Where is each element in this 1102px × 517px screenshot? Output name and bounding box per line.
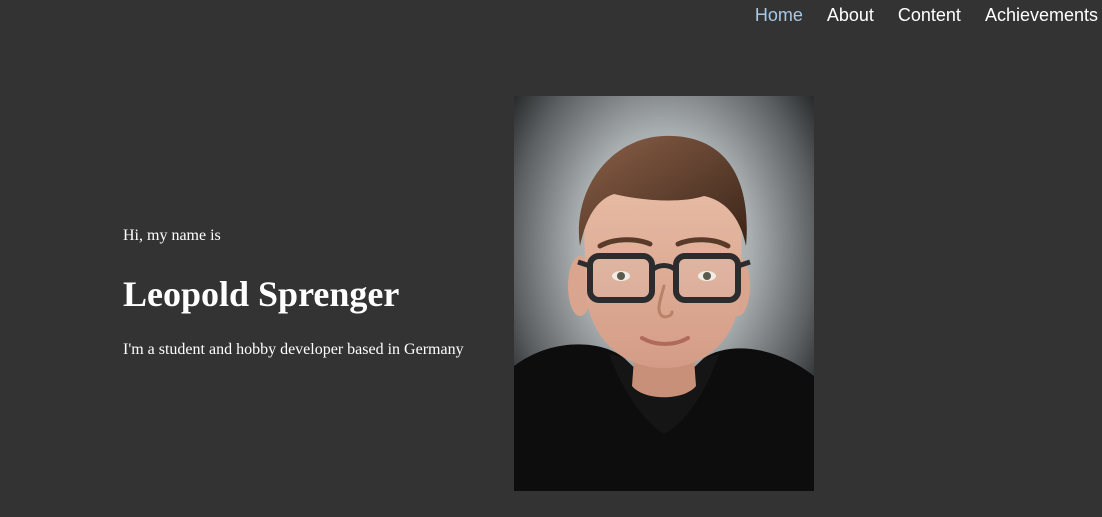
hero-name: Leopold Sprenger: [123, 274, 400, 314]
profile-photo: [514, 96, 814, 491]
nav-link-home[interactable]: Home: [755, 5, 803, 26]
nav-link-content[interactable]: Content: [898, 5, 961, 26]
hero-greeting: Hi, my name is: [123, 227, 221, 244]
hero-tagline: I'm a student and hobby developer based …: [123, 341, 464, 358]
nav-link-achievements[interactable]: Achievements: [985, 5, 1098, 26]
person-photo-icon: [514, 96, 814, 491]
main-nav: Home About Content Achievements: [755, 0, 1098, 30]
hero-intro: Hi, my name is Leopold Sprenger I'm a st…: [123, 226, 493, 360]
nav-link-about[interactable]: About: [827, 5, 874, 26]
